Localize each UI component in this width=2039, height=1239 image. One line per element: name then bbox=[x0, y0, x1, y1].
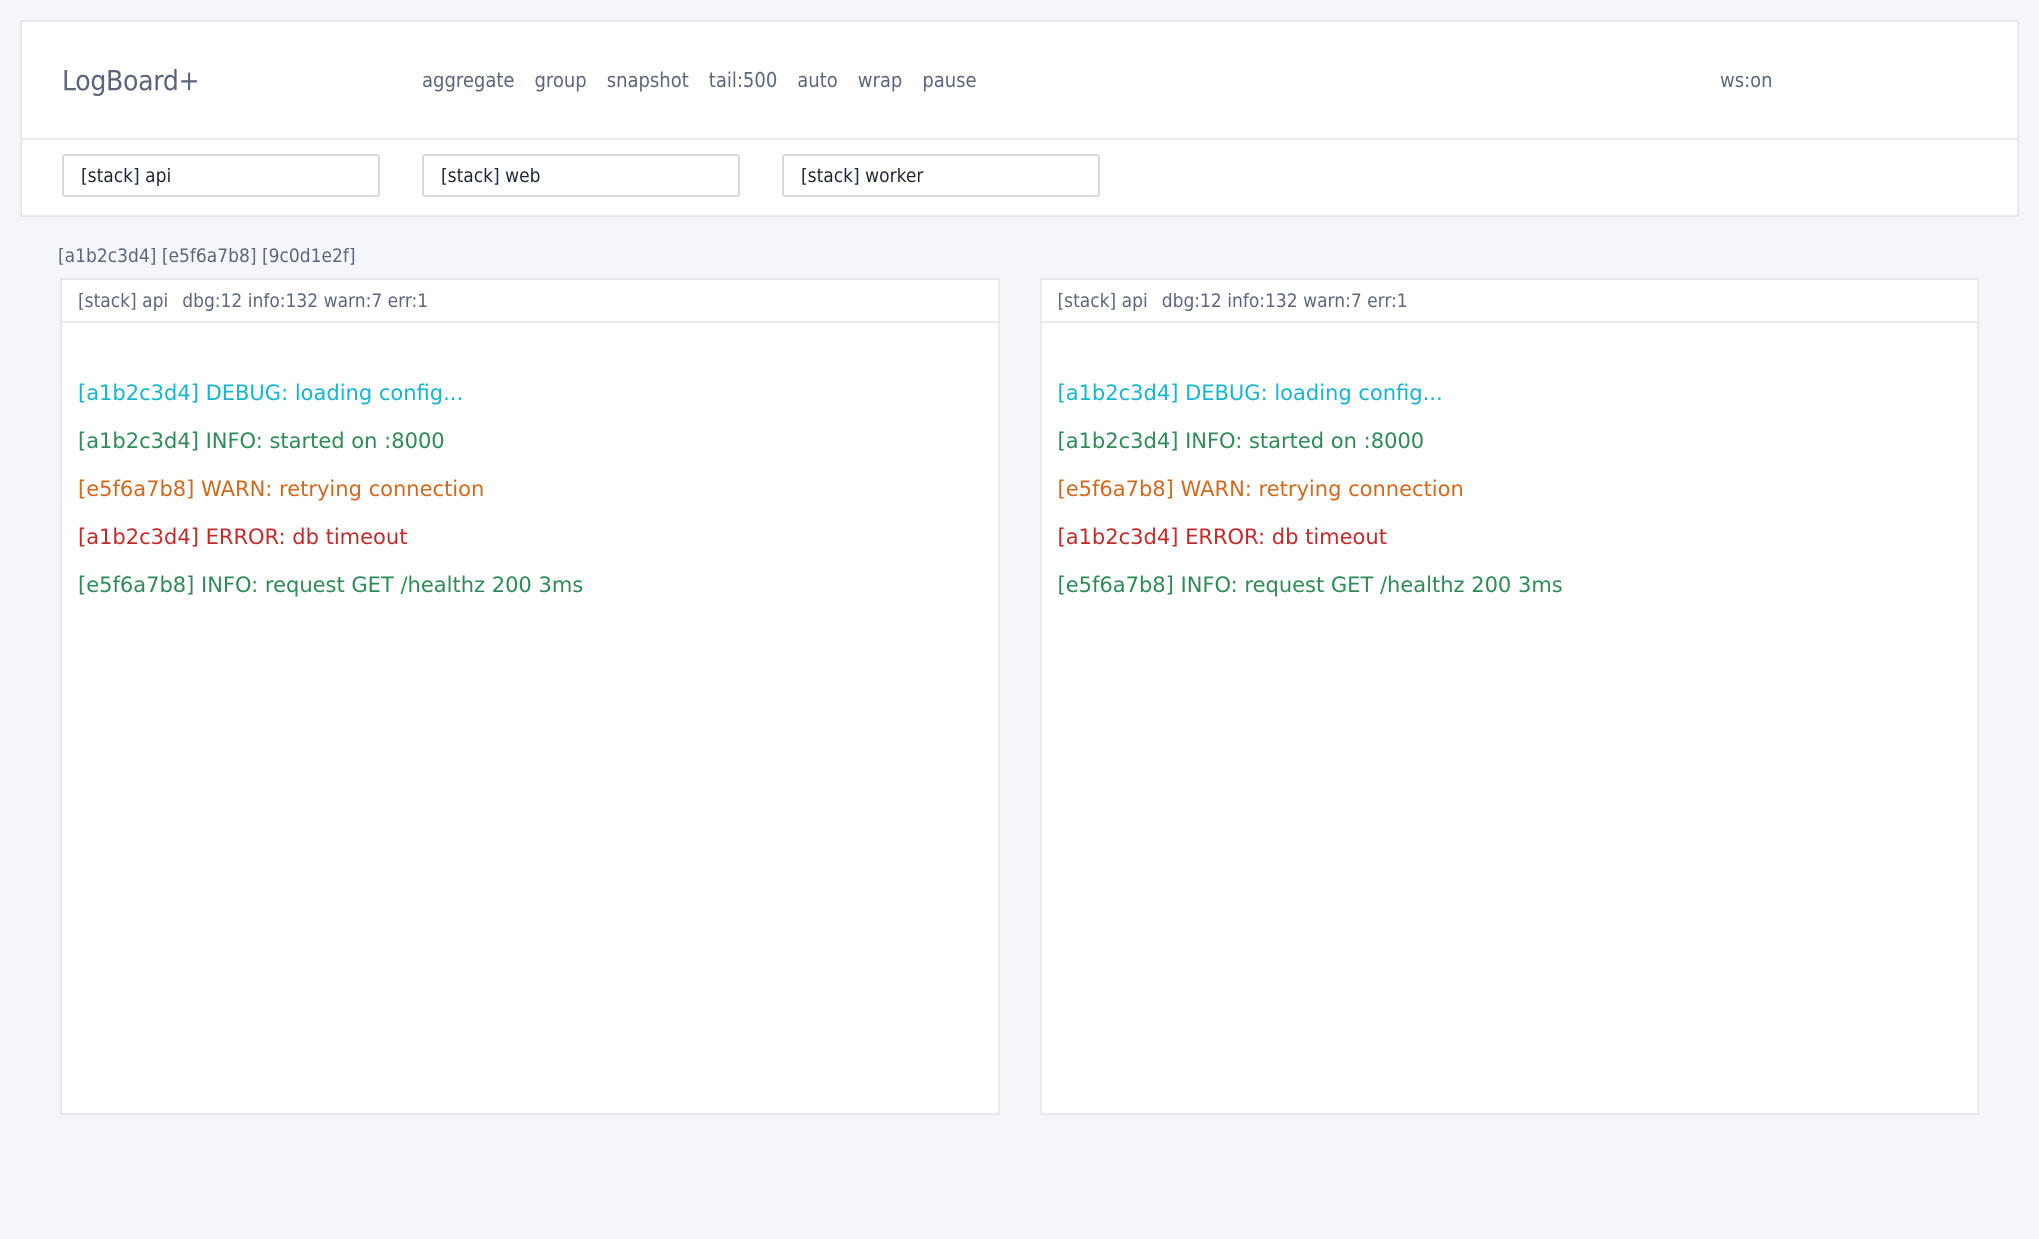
log-line: [a1b2c3d4] INFO: started on :8000 bbox=[1058, 417, 1962, 465]
toolbar-item-snapshot[interactable]: snapshot bbox=[607, 68, 689, 92]
toolbar-item-group[interactable]: group bbox=[534, 68, 586, 92]
panel-header: [stack] api dbg:12 info:132 warn:7 err:1 bbox=[1042, 280, 1978, 323]
filter-input-worker[interactable] bbox=[782, 154, 1100, 197]
app-title: LogBoard+ bbox=[62, 64, 422, 97]
panel-header: [stack] api dbg:12 info:132 warn:7 err:1 bbox=[62, 280, 998, 323]
log-line: [e5f6a7b8] WARN: retrying connection bbox=[1058, 465, 1962, 513]
panel-title: [stack] api bbox=[78, 290, 168, 312]
log-line: [e5f6a7b8] WARN: retrying connection bbox=[78, 465, 982, 513]
log-line: [a1b2c3d4] DEBUG: loading config... bbox=[78, 369, 982, 417]
trace-ids-line: [a1b2c3d4] [e5f6a7b8] [9c0d1e2f] bbox=[58, 243, 2039, 269]
header-card: LogBoard+ aggregate group snapshot tail:… bbox=[20, 20, 2019, 217]
panel-counts: dbg:12 info:132 warn:7 err:1 bbox=[1162, 290, 1408, 312]
panels-grid: [stack] api dbg:12 info:132 warn:7 err:1… bbox=[60, 278, 1979, 1115]
log-panel-left: [stack] api dbg:12 info:132 warn:7 err:1… bbox=[60, 278, 1000, 1115]
log-line: [a1b2c3d4] DEBUG: loading config... bbox=[1058, 369, 1962, 417]
toolbar-item-aggregate[interactable]: aggregate bbox=[422, 68, 514, 92]
log-line: [e5f6a7b8] INFO: request GET /healthz 20… bbox=[78, 561, 982, 609]
toolbar-menu: aggregate group snapshot tail:500 auto w… bbox=[422, 68, 977, 92]
toolbar: LogBoard+ aggregate group snapshot tail:… bbox=[22, 22, 2017, 138]
log-scroll-area[interactable]: [a1b2c3d4] DEBUG: loading config... [a1b… bbox=[1042, 323, 1978, 1113]
toolbar-item-pause[interactable]: pause bbox=[922, 68, 976, 92]
log-panel-right: [stack] api dbg:12 info:132 warn:7 err:1… bbox=[1040, 278, 1980, 1115]
log-line: [a1b2c3d4] INFO: started on :8000 bbox=[78, 417, 982, 465]
log-scroll-area[interactable]: [a1b2c3d4] DEBUG: loading config... [a1b… bbox=[62, 323, 998, 1113]
log-line: [e5f6a7b8] INFO: request GET /healthz 20… bbox=[1058, 561, 1962, 609]
ws-status-toggle[interactable]: ws:on bbox=[1720, 68, 1977, 92]
filter-input-api[interactable] bbox=[62, 154, 380, 197]
toolbar-item-wrap[interactable]: wrap bbox=[858, 68, 903, 92]
panel-counts: dbg:12 info:132 warn:7 err:1 bbox=[182, 290, 428, 312]
log-line: [a1b2c3d4] ERROR: db timeout bbox=[78, 513, 982, 561]
toolbar-item-auto[interactable]: auto bbox=[797, 68, 838, 92]
panel-title: [stack] api bbox=[1058, 290, 1148, 312]
filter-row bbox=[22, 140, 2017, 215]
filter-input-web[interactable] bbox=[422, 154, 740, 197]
toolbar-item-tail[interactable]: tail:500 bbox=[709, 68, 777, 92]
log-line: [a1b2c3d4] ERROR: db timeout bbox=[1058, 513, 1962, 561]
